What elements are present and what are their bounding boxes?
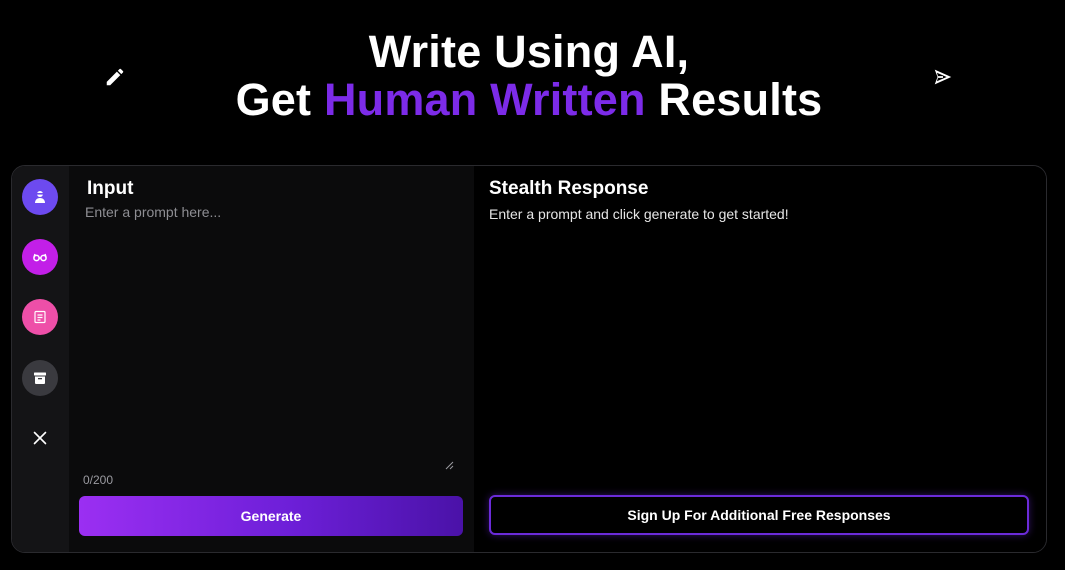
archive-icon [34, 372, 46, 384]
hero-title-line1: Write Using AI, [368, 26, 690, 77]
send-icon [934, 69, 952, 85]
hero-title-suffix: Results [645, 74, 823, 125]
writer-card: Input 0/200 Generate Stealth Response En… [11, 165, 1047, 553]
sidebar-agent-button[interactable] [22, 179, 58, 215]
input-panel: Input 0/200 Generate [69, 166, 474, 552]
document-icon [34, 310, 46, 324]
hero-title-accent: Human Written [323, 74, 646, 125]
hero-title-prefix: Get [235, 74, 324, 125]
sidebar-document-button[interactable] [22, 299, 58, 335]
response-title: Stealth Response [489, 178, 649, 199]
close-icon [33, 431, 47, 445]
prompt-input[interactable] [85, 204, 455, 472]
hero-title-line2: Get Human Written Results [0, 76, 1058, 124]
generate-button[interactable]: Generate [79, 496, 463, 536]
input-title: Input [87, 178, 134, 199]
resize-handle-icon[interactable] [444, 460, 454, 470]
response-panel: Stealth Response Enter a prompt and clic… [474, 166, 1046, 552]
sidebar-glasses-button[interactable] [22, 239, 58, 275]
hero-header: Write Using AI, Get Human Written Result… [0, 0, 1065, 160]
hero-title: Write Using AI, Get Human Written Result… [0, 28, 1058, 124]
signup-button[interactable]: Sign Up For Additional Free Responses [489, 495, 1029, 535]
sidebar-close-button[interactable] [22, 420, 58, 456]
agent-icon [35, 191, 45, 203]
sidebar-archive-button[interactable] [22, 360, 58, 396]
glasses-icon [33, 253, 47, 262]
character-counter: 0/200 [83, 473, 114, 487]
response-text: Enter a prompt and click generate to get… [489, 206, 789, 222]
tool-sidebar [12, 166, 69, 552]
